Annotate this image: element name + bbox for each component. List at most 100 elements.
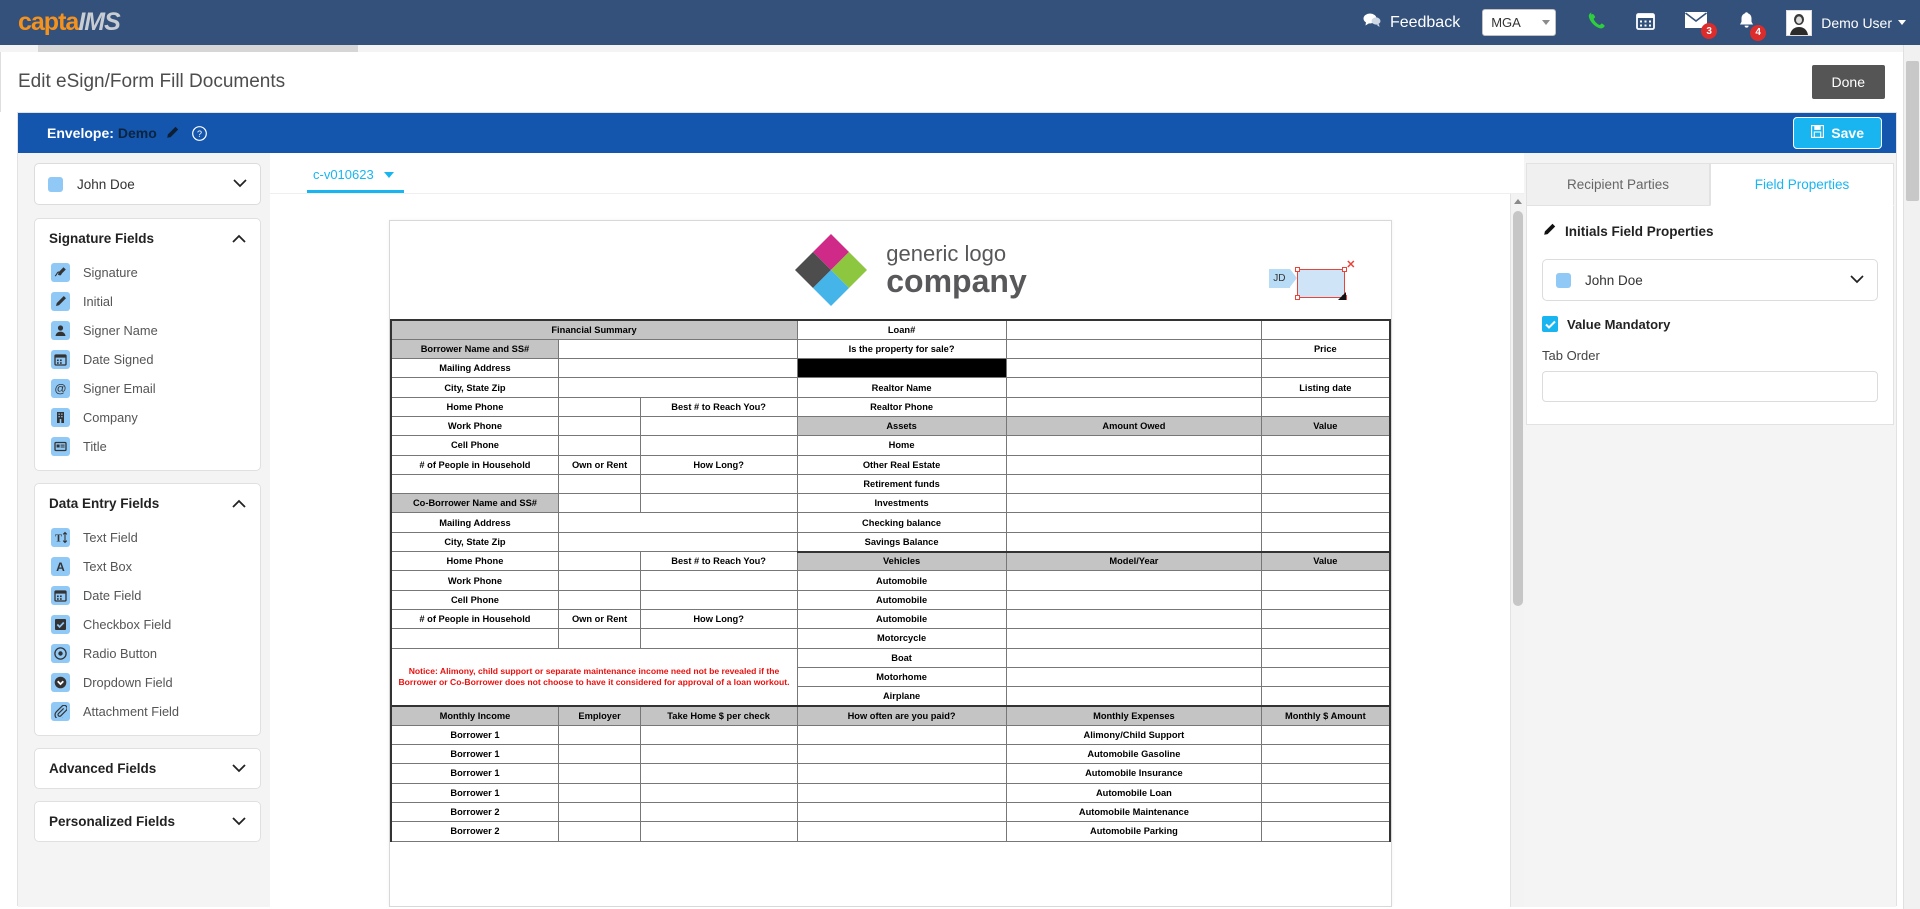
table-cell-blank[interactable] xyxy=(1262,725,1390,744)
field-type-text-box[interactable]: AText Box xyxy=(35,552,260,581)
table-cell-blank[interactable] xyxy=(1006,436,1262,455)
table-cell-blank[interactable] xyxy=(1006,609,1262,628)
question-circle-icon[interactable]: ? xyxy=(192,126,207,141)
tab-c-v010623[interactable]: c-v010623 xyxy=(307,167,404,193)
table-cell-blank[interactable] xyxy=(797,802,1006,821)
table-cell-blank[interactable] xyxy=(640,629,797,648)
table-cell-blank[interactable] xyxy=(1006,339,1262,358)
table-cell-blank[interactable] xyxy=(559,629,640,648)
table-cell-blank[interactable] xyxy=(559,590,640,609)
field-type-signature[interactable]: Signature xyxy=(35,258,260,287)
table-cell-blank[interactable] xyxy=(640,590,797,609)
field-type-radio-button[interactable]: Radio Button xyxy=(35,639,260,668)
table-cell-blank[interactable] xyxy=(1006,590,1262,609)
table-cell-blank[interactable] xyxy=(640,725,797,744)
field-type-date-field[interactable]: Date Field xyxy=(35,581,260,610)
sidebar-recipient-select[interactable]: John Doe xyxy=(34,163,261,205)
table-cell-blank[interactable] xyxy=(1006,513,1262,532)
table-cell-blank[interactable] xyxy=(1006,629,1262,648)
table-cell-blank[interactable] xyxy=(1006,378,1262,397)
table-cell-blank[interactable] xyxy=(1262,667,1390,686)
tab-order-input[interactable] xyxy=(1542,371,1878,402)
table-cell-blank[interactable] xyxy=(559,436,640,455)
table-cell-blank[interactable] xyxy=(640,571,797,590)
done-button[interactable]: Done xyxy=(1812,65,1885,99)
field-type-title[interactable]: Title xyxy=(35,432,260,461)
table-cell-blank[interactable] xyxy=(559,802,640,821)
table-cell-blank[interactable] xyxy=(797,745,1006,764)
field-type-signer-name[interactable]: Signer Name xyxy=(35,316,260,345)
field-type-date-signed[interactable]: Date Signed xyxy=(35,345,260,374)
field-type-signer-email[interactable]: @Signer Email xyxy=(35,374,260,403)
table-cell-blank[interactable] xyxy=(1006,648,1262,667)
table-cell-blank[interactable] xyxy=(1262,494,1390,513)
table-cell-blank[interactable] xyxy=(1262,474,1390,493)
table-cell-blank[interactable] xyxy=(1006,397,1262,416)
table-cell-blank[interactable] xyxy=(1262,822,1390,841)
table-cell-blank[interactable] xyxy=(640,416,797,435)
avatar[interactable] xyxy=(1786,10,1812,36)
phone-button[interactable] xyxy=(1586,10,1606,35)
table-cell-blank[interactable] xyxy=(640,745,797,764)
table-cell-blank[interactable] xyxy=(640,764,797,783)
sidebar-section-header[interactable]: Signature Fields xyxy=(35,219,260,258)
table-cell-blank[interactable] xyxy=(559,494,640,513)
table-cell-blank[interactable] xyxy=(797,359,1006,378)
field-type-dropdown-field[interactable]: Dropdown Field xyxy=(35,668,260,697)
table-cell-blank[interactable] xyxy=(640,822,797,841)
table-cell-blank[interactable] xyxy=(559,474,640,493)
initials-field-box[interactable]: ✕ xyxy=(1297,269,1345,298)
table-cell-blank[interactable] xyxy=(559,822,640,841)
table-cell-blank[interactable] xyxy=(1006,494,1262,513)
table-cell-blank[interactable] xyxy=(391,629,559,648)
table-cell-blank[interactable] xyxy=(640,494,797,513)
table-cell-blank[interactable] xyxy=(640,436,797,455)
table-cell-blank[interactable] xyxy=(1262,629,1390,648)
scroll-up-button[interactable] xyxy=(1511,194,1524,209)
table-cell-blank[interactable] xyxy=(559,339,797,358)
table-cell-blank[interactable] xyxy=(559,359,797,378)
initials-field-on-document[interactable]: JD ✕ xyxy=(1269,269,1344,298)
table-cell-blank[interactable] xyxy=(1262,397,1390,416)
table-cell-blank[interactable] xyxy=(1262,783,1390,802)
mga-dropdown[interactable]: MGA xyxy=(1482,9,1556,36)
table-cell-blank[interactable] xyxy=(797,725,1006,744)
page-vertical-scrollbar[interactable] xyxy=(1903,45,1920,909)
table-cell-blank[interactable] xyxy=(1006,667,1262,686)
table-cell-blank[interactable] xyxy=(1262,436,1390,455)
page-scrollbar-thumb[interactable] xyxy=(1906,61,1919,201)
calendar-button[interactable] xyxy=(1636,11,1655,35)
table-cell-blank[interactable] xyxy=(1006,571,1262,590)
table-cell-blank[interactable] xyxy=(1262,745,1390,764)
notifications-button[interactable]: 4 xyxy=(1737,11,1756,35)
pencil-icon[interactable] xyxy=(165,126,179,140)
feedback-button[interactable]: Feedback xyxy=(1363,12,1460,33)
messages-button[interactable]: 3 xyxy=(1685,12,1707,33)
field-type-attachment-field[interactable]: Attachment Field xyxy=(35,697,260,726)
table-cell-blank[interactable] xyxy=(559,571,640,590)
table-cell-blank[interactable] xyxy=(1262,455,1390,474)
document-vertical-scrollbar[interactable] xyxy=(1510,194,1524,907)
table-cell-blank[interactable] xyxy=(559,745,640,764)
value-mandatory-checkbox-row[interactable]: Value Mandatory xyxy=(1542,316,1878,332)
table-cell-blank[interactable] xyxy=(559,552,640,571)
scrollbar-thumb[interactable] xyxy=(1513,211,1523,606)
table-cell-blank[interactable] xyxy=(559,764,640,783)
tab-field-properties[interactable]: Field Properties xyxy=(1710,163,1894,206)
field-type-company[interactable]: Company xyxy=(35,403,260,432)
table-cell-blank[interactable] xyxy=(1006,474,1262,493)
sidebar-section-header[interactable]: Advanced Fields xyxy=(35,749,260,788)
table-cell-blank[interactable] xyxy=(559,725,640,744)
tab-recipient-parties[interactable]: Recipient Parties xyxy=(1526,163,1710,206)
table-cell-blank[interactable] xyxy=(1262,648,1390,667)
table-cell-blank[interactable] xyxy=(1262,513,1390,532)
app-logo[interactable]: captaIMS xyxy=(18,10,120,35)
table-cell-blank[interactable] xyxy=(1006,687,1262,706)
table-cell-blank[interactable] xyxy=(1262,764,1390,783)
table-cell-blank[interactable] xyxy=(1262,359,1390,378)
table-cell-blank[interactable] xyxy=(1262,802,1390,821)
table-cell-blank[interactable] xyxy=(640,802,797,821)
table-cell-blank[interactable] xyxy=(1262,571,1390,590)
field-type-text-field[interactable]: TText Field xyxy=(35,523,260,552)
close-x-icon[interactable]: ✕ xyxy=(1346,258,1355,271)
